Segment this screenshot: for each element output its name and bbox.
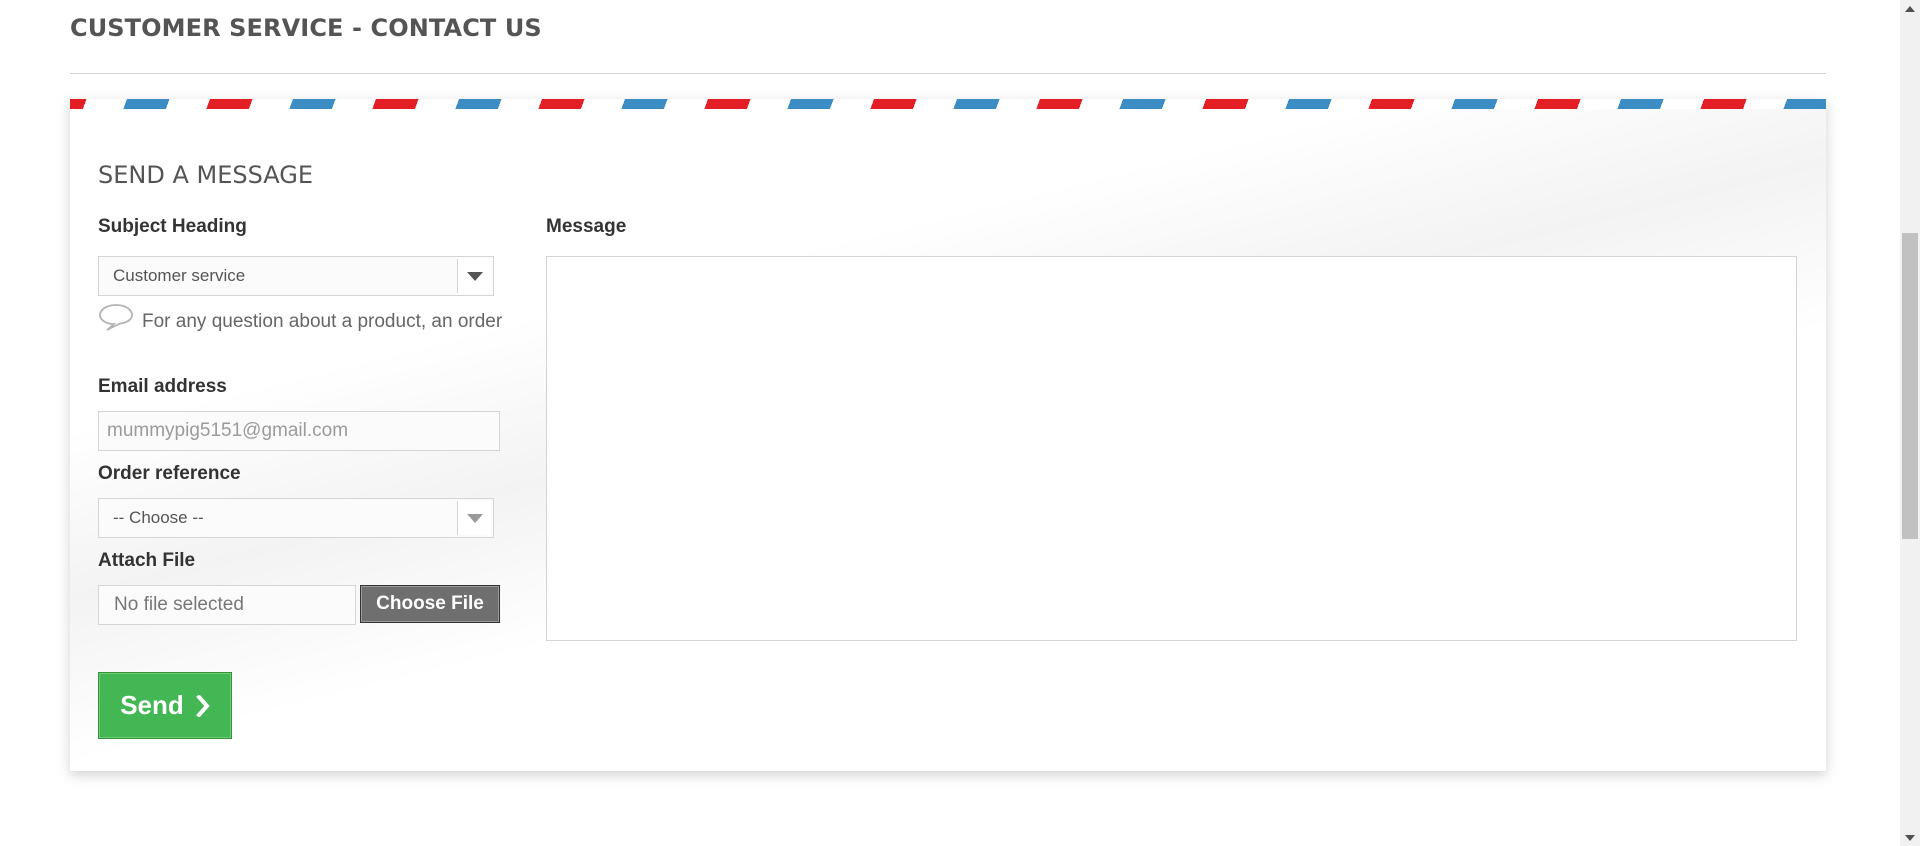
contact-form-card: SEND A MESSAGE Subject Heading Customer … xyxy=(70,99,1826,771)
page-title: CUSTOMER SERVICE - CONTACT US xyxy=(70,14,542,42)
speech-bubble-icon xyxy=(98,303,134,343)
page-scrollbar[interactable] xyxy=(1900,0,1920,846)
airmail-border-stripe xyxy=(70,99,1826,109)
caret-down-icon[interactable] xyxy=(457,501,491,535)
email-placeholder: mummypig5151@gmail.com xyxy=(107,420,349,441)
attach-file-label: Attach File xyxy=(98,550,196,571)
email-field[interactable]: mummypig5151@gmail.com xyxy=(98,411,500,451)
message-textarea[interactable] xyxy=(546,256,1797,641)
choose-file-button[interactable]: Choose File xyxy=(360,585,500,623)
file-name-display: No file selected xyxy=(98,585,356,625)
email-label: Email address xyxy=(98,376,227,397)
subject-heading-label: Subject Heading xyxy=(98,216,247,237)
form-title: SEND A MESSAGE xyxy=(98,161,314,189)
heading-divider xyxy=(70,73,1826,74)
scrollbar-thumb[interactable] xyxy=(1902,233,1918,539)
subject-heading-value: Customer service xyxy=(113,266,246,285)
scroll-up-arrow-icon[interactable] xyxy=(1900,0,1920,17)
order-reference-value: -- Choose -- xyxy=(113,508,204,527)
caret-down-icon[interactable] xyxy=(457,259,491,293)
send-button-label: Send xyxy=(120,690,184,720)
send-button[interactable]: Send xyxy=(98,672,232,739)
scroll-down-arrow-icon[interactable] xyxy=(1900,829,1920,846)
subject-heading-select[interactable]: Customer service xyxy=(98,256,494,296)
chevron-right-icon xyxy=(195,694,210,717)
subject-hint: For any question about a product, an ord… xyxy=(98,303,518,343)
order-reference-select[interactable]: -- Choose -- xyxy=(98,498,494,538)
subject-hint-text: For any question about a product, an ord… xyxy=(142,311,503,332)
message-label: Message xyxy=(546,216,627,237)
order-reference-label: Order reference xyxy=(98,463,241,484)
